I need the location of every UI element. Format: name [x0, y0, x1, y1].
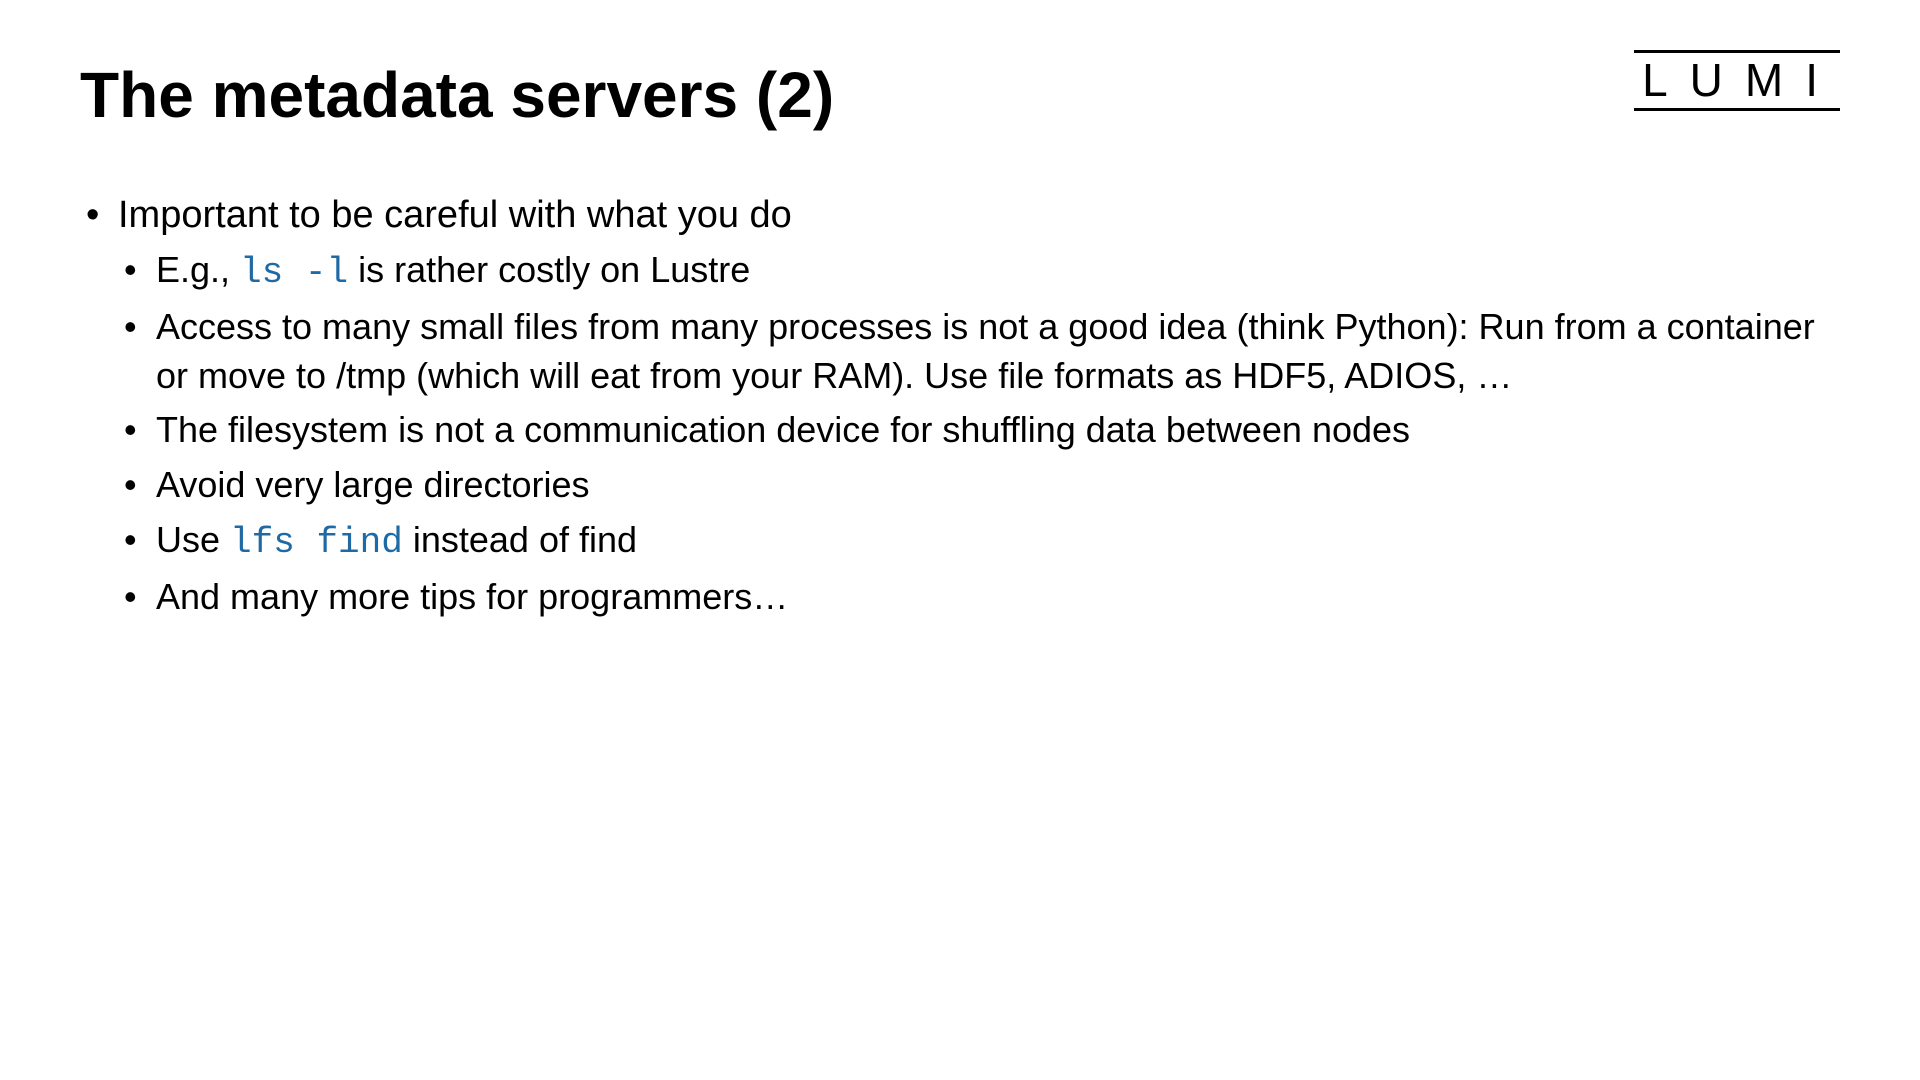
sub4-text: Avoid very large directories — [156, 464, 590, 505]
sub5-post: instead of find — [403, 519, 637, 560]
slide: LUMI The metadata servers (2) Important … — [0, 0, 1920, 1080]
sub-bullet-4: Avoid very large directories — [118, 461, 1840, 510]
slide-title: The metadata servers (2) — [80, 60, 1840, 130]
logo: LUMI — [1634, 50, 1840, 111]
sub5-code: lfs find — [230, 522, 403, 563]
sub-bullet-1: E.g., ls -l is rather costly on Lustre — [118, 246, 1840, 298]
sub-bullet-6: And many more tips for programmers… — [118, 573, 1840, 622]
bullet-main-text: Important to be careful with what you do — [118, 194, 792, 236]
sub5-pre: Use — [156, 519, 230, 560]
sub1-code: ls -l — [240, 252, 348, 293]
sub2-text: Access to many small files from many pro… — [156, 306, 1815, 396]
sub-bullet-list: E.g., ls -l is rather costly on Lustre A… — [118, 246, 1840, 622]
bullet-main: Important to be careful with what you do… — [80, 190, 1840, 621]
sub3-text: The filesystem is not a communication de… — [156, 409, 1410, 450]
sub1-pre: E.g., — [156, 249, 240, 290]
sub-bullet-3: The filesystem is not a communication de… — [118, 406, 1840, 455]
sub6-text: And many more tips for programmers… — [156, 576, 788, 617]
bullet-list: Important to be careful with what you do… — [80, 190, 1840, 621]
sub-bullet-5: Use lfs find instead of find — [118, 516, 1840, 568]
sub1-post: is rather costly on Lustre — [348, 249, 750, 290]
sub-bullet-2: Access to many small files from many pro… — [118, 303, 1840, 400]
